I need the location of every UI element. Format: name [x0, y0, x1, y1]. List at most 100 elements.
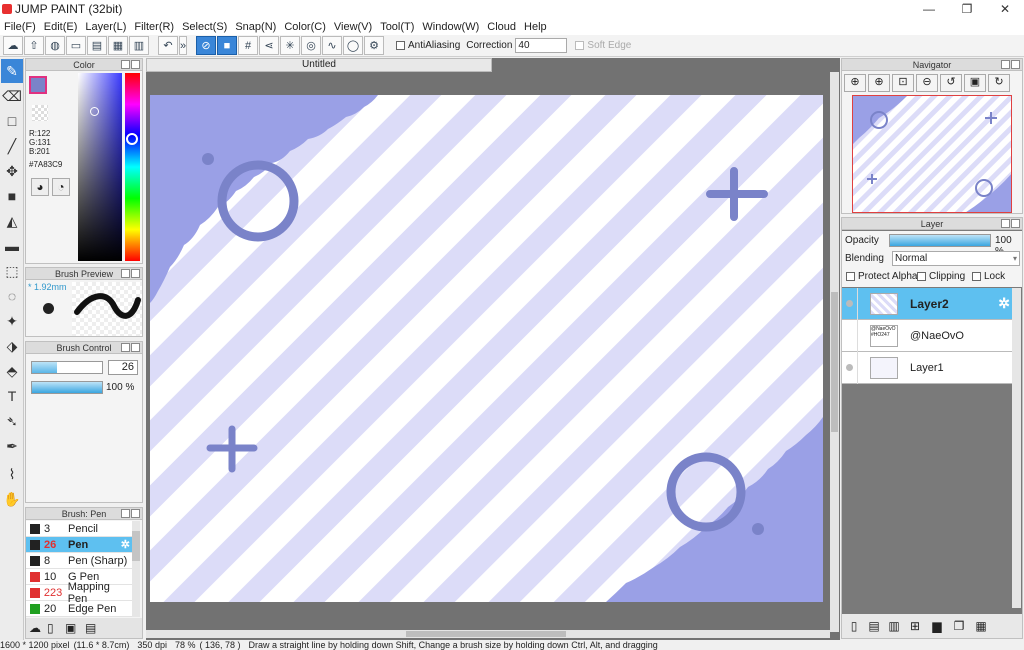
snap-fill-icon[interactable]: ■ [217, 36, 237, 55]
bucket-tool-icon[interactable]: ◭ [1, 209, 23, 233]
brush-item-edge-pen[interactable]: 20 Edge Pen [26, 601, 132, 617]
gear-icon[interactable]: ✲ [121, 538, 130, 551]
layout-icon[interactable]: ▦ [108, 36, 128, 55]
rotate-right-icon[interactable]: ↻ [988, 74, 1010, 92]
brush-item-pen-sharp[interactable]: 8 Pen (Sharp) [26, 553, 132, 569]
new-brush-icon[interactable]: ▯ [47, 621, 65, 635]
canvas-horizontal-scrollbar[interactable] [146, 630, 830, 638]
fit-window-icon[interactable]: ⊡ [892, 74, 914, 92]
panel-close-icon[interactable] [131, 269, 140, 278]
new-8bit-layer-icon[interactable]: ▥ [884, 619, 904, 633]
panel-float-icon[interactable] [121, 60, 130, 69]
brush-size-slider[interactable] [31, 361, 103, 374]
lasso-tool-icon[interactable]: ◌ [1, 284, 23, 308]
delete-layer-icon[interactable]: ▦ [970, 619, 992, 633]
text-tool-icon[interactable]: T [1, 384, 23, 408]
panel-close-icon[interactable] [1011, 60, 1020, 69]
menu-tool[interactable]: Tool(T) [376, 21, 418, 33]
new-layer-icon[interactable]: ▯ [844, 619, 864, 633]
gear-icon[interactable]: ✲ [998, 295, 1010, 312]
visibility-toggle-icon[interactable] [842, 351, 858, 384]
canvas-vertical-scrollbar[interactable] [830, 72, 839, 632]
cloud-icon[interactable]: ☁ [3, 36, 23, 55]
saturation-value-picker[interactable] [78, 73, 122, 261]
layer-row-layer1[interactable]: Layer1 [842, 351, 1012, 384]
snap-off-icon[interactable]: ⊘ [196, 36, 216, 55]
brush-opacity-slider[interactable] [31, 381, 103, 394]
panel-float-icon[interactable] [1001, 219, 1010, 228]
grid-settings-icon[interactable]: ▥ [129, 36, 149, 55]
menu-layer[interactable]: Layer(L) [81, 21, 130, 33]
rect-select-tool-icon[interactable]: ⬚ [1, 259, 23, 283]
panel-close-icon[interactable] [131, 60, 140, 69]
panel-float-icon[interactable] [1001, 60, 1010, 69]
menu-select[interactable]: Select(S) [178, 21, 231, 33]
menu-cloud[interactable]: Cloud [483, 21, 520, 33]
menu-edit[interactable]: Edit(E) [40, 21, 82, 33]
duplicate-layer-icon[interactable]: ❐ [948, 619, 970, 633]
move-tool-icon[interactable]: ✥ [1, 159, 23, 183]
brush-size-input[interactable]: 26 [108, 360, 138, 375]
new-halftone-layer-icon[interactable]: ▤ [864, 619, 884, 633]
blending-select[interactable]: Normal ▾ [892, 251, 1020, 266]
layer-opacity-slider[interactable] [889, 234, 991, 247]
panel-close-icon[interactable] [1011, 219, 1020, 228]
correction-input[interactable]: 40 [515, 38, 568, 53]
document-icon[interactable]: ▤ [87, 36, 107, 55]
brush-item-pen[interactable]: 26 Pen ✲ [26, 537, 132, 553]
menu-snap[interactable]: Snap(N) [231, 21, 280, 33]
folder-icon[interactable]: ▆ [926, 619, 948, 633]
eyedropper-tool-icon[interactable]: ⌇ [1, 462, 23, 486]
ellipse-snap-icon[interactable]: ◯ [343, 36, 363, 55]
perspective-snap-icon[interactable]: ⋖ [259, 36, 279, 55]
panel-float-icon[interactable] [121, 509, 130, 518]
comment-icon[interactable]: ◍ [45, 36, 65, 55]
menu-window[interactable]: Window(W) [418, 21, 483, 33]
chat-icon[interactable]: ▭ [66, 36, 86, 55]
zoom-out-icon[interactable]: ⊖ [916, 74, 938, 92]
shape-tool-icon[interactable]: □ [1, 109, 23, 133]
minimize-button[interactable]: — [910, 0, 948, 18]
restore-button[interactable]: ❐ [948, 0, 986, 18]
actual-size-icon[interactable]: ▣ [964, 74, 986, 92]
clipping-checkbox[interactable]: Clipping [917, 271, 965, 282]
more-icon[interactable]: » [179, 36, 187, 55]
protect-alpha-checkbox[interactable]: Protect Alpha [846, 271, 917, 282]
concentric-snap-icon[interactable]: ◎ [301, 36, 321, 55]
sv-picker-handle[interactable] [90, 107, 99, 116]
rotate-left-icon[interactable]: ↺ [940, 74, 962, 92]
copy-brush-icon[interactable]: ▣ [65, 621, 85, 635]
panel-float-icon[interactable] [121, 343, 130, 352]
settings-snap-icon[interactable]: ⚙ [364, 36, 384, 55]
panel-close-icon[interactable] [131, 509, 140, 518]
hue-slider[interactable] [125, 73, 140, 261]
soft-edge-checkbox[interactable]: Soft Edge [575, 40, 631, 51]
panel-close-icon[interactable] [131, 343, 140, 352]
brush-item-pencil[interactable]: 3 Pencil [26, 521, 132, 537]
radial-snap-icon[interactable]: ✳ [280, 36, 300, 55]
menu-view[interactable]: View(V) [330, 21, 376, 33]
undo-icon[interactable]: ↶ [158, 36, 178, 55]
panel-float-icon[interactable] [121, 269, 130, 278]
lock-checkbox[interactable]: Lock [972, 271, 1005, 282]
zoom-fit-icon[interactable]: ⊕ [844, 74, 866, 92]
canvas-tab[interactable]: Untitled [146, 58, 492, 72]
select-eraser-tool-icon[interactable]: ⬘ [1, 359, 23, 383]
foreground-color-swatch[interactable] [29, 76, 47, 94]
palette-edit-icon[interactable]: ◔ [52, 178, 70, 196]
hand-tool-icon[interactable]: ✋ [1, 487, 23, 511]
menu-filter[interactable]: Filter(R) [130, 21, 178, 33]
select-pen-tool-icon[interactable]: ⬗ [1, 334, 23, 358]
horizontal-scroll-thumb[interactable] [406, 631, 566, 637]
visibility-toggle-icon[interactable] [842, 319, 858, 352]
brush-settings-icon[interactable]: ▤ [85, 621, 103, 635]
brush-tool-icon[interactable]: ✎ [1, 59, 23, 83]
operation-tool-icon[interactable]: ➴ [1, 409, 23, 433]
navigator-preview[interactable] [852, 95, 1012, 213]
menu-help[interactable]: Help [520, 21, 551, 33]
vertical-scroll-thumb[interactable] [831, 292, 838, 432]
menu-file[interactable]: File(F) [0, 21, 40, 33]
brush-list-scrollbar[interactable] [132, 521, 140, 617]
drawing-canvas[interactable] [150, 95, 823, 602]
hue-slider-handle[interactable] [126, 133, 138, 145]
